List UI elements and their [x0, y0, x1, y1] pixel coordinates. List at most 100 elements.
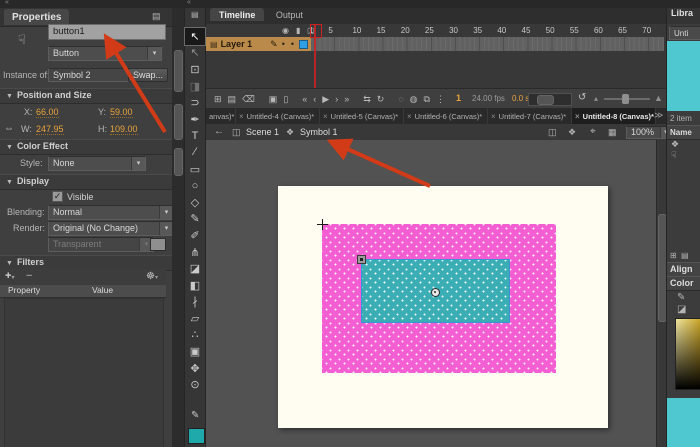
- new-folder-icon[interactable]: ▤: [681, 251, 689, 260]
- property-column-header[interactable]: Property: [8, 285, 40, 295]
- line-tool[interactable]: ∕: [185, 144, 205, 161]
- new-layer-button[interactable]: ⊞: [214, 90, 222, 108]
- color-panel-header[interactable]: Color: [667, 276, 700, 291]
- layer-name[interactable]: Layer 1: [221, 39, 271, 49]
- play-button[interactable]: ▶: [322, 90, 329, 108]
- layer-lock-dot[interactable]: •: [291, 39, 294, 49]
- new-symbol-icon[interactable]: ⊞: [670, 251, 677, 260]
- timeline-h-scrollbar[interactable]: [528, 93, 572, 106]
- lasso-tool[interactable]: ⊃: [185, 94, 205, 111]
- section-display[interactable]: ▼Display: [0, 174, 172, 190]
- selection-tool[interactable]: ↖: [185, 28, 205, 45]
- timeline-h-scrollbar-thumb[interactable]: [537, 95, 554, 105]
- delete-layer-button[interactable]: ⌫: [242, 90, 255, 108]
- oval-tool[interactable]: ○: [185, 177, 205, 194]
- edit-scene-icon[interactable]: ◫: [548, 127, 557, 138]
- go-last-frame-button[interactable]: »: [344, 90, 349, 108]
- lock-icon[interactable]: ▮: [296, 26, 300, 35]
- tab-output[interactable]: Output: [267, 8, 312, 21]
- transformation-point-circle[interactable]: [431, 288, 440, 297]
- blending-dropdown[interactable]: Normal ▾: [48, 205, 174, 220]
- zoom-tool[interactable]: ⊙: [185, 376, 205, 393]
- step-back-button[interactable]: ‹: [313, 90, 316, 108]
- new-folder-button[interactable]: ▤: [228, 90, 237, 108]
- pencil-tool[interactable]: ✎: [185, 211, 205, 228]
- eraser-tool[interactable]: ▱: [185, 310, 205, 327]
- brush-tool[interactable]: ✐: [185, 227, 205, 244]
- registration-point-marker[interactable]: [357, 255, 366, 264]
- document-tab[interactable]: × Untitled-7 (Canvas)*: [488, 108, 572, 124]
- document-tab[interactable]: × Untitled-6 (Canvas)*: [404, 108, 488, 124]
- elapsed-time-field[interactable]: 0.0 s: [512, 94, 529, 103]
- rectangle-tool[interactable]: ▭: [185, 161, 205, 178]
- tab-timeline[interactable]: Timeline: [210, 8, 264, 21]
- document-tab[interactable]: × Untitled-4 (Canvas)*: [236, 108, 320, 124]
- pen-tool[interactable]: ✒: [185, 111, 205, 128]
- spray-brush-tool[interactable]: ∴: [185, 327, 205, 344]
- value-column-header[interactable]: Value: [92, 285, 113, 295]
- section-color-effect[interactable]: ▼Color Effect: [0, 139, 172, 155]
- layer-outline-color-swatch[interactable]: [299, 40, 308, 49]
- canvas-pasteboard[interactable]: [206, 140, 656, 447]
- frame-rate-field[interactable]: 24.00 fps: [472, 94, 505, 103]
- edit-multiple-frames-button[interactable]: ⧉: [424, 90, 430, 108]
- stroke-color-icon[interactable]: ✎: [191, 410, 199, 421]
- w-value[interactable]: 247.95: [36, 124, 64, 135]
- instance-of-value[interactable]: Symbol 2: [48, 68, 130, 82]
- step-forward-button[interactable]: ›: [335, 90, 338, 108]
- subselection-tool[interactable]: ↖: [185, 45, 205, 62]
- style-dropdown[interactable]: None ▾: [48, 156, 146, 171]
- center-stage-icon[interactable]: ⌖: [590, 126, 596, 137]
- frames-strip[interactable]: [311, 37, 664, 51]
- paint-bucket-tool[interactable]: ◪: [185, 260, 205, 277]
- close-tab-icon[interactable]: ×: [575, 112, 580, 121]
- link-dimensions-icon[interactable]: ⇔: [4, 123, 14, 134]
- bone-tool[interactable]: ⋔: [185, 244, 205, 261]
- remove-filter-button[interactable]: −: [26, 270, 32, 282]
- visible-checkbox[interactable]: ✓: [52, 191, 63, 202]
- eyedropper-tool[interactable]: ∤: [185, 294, 205, 311]
- fill-color-bucket-icon[interactable]: ◪: [677, 304, 686, 315]
- text-tool[interactable]: T: [185, 128, 205, 145]
- onion-skin-button[interactable]: ◌: [398, 90, 403, 108]
- close-tab-icon[interactable]: ×: [239, 112, 244, 121]
- library-name-column-header[interactable]: Name: [667, 125, 700, 140]
- onion-skin-outlines-button[interactable]: ◍: [410, 90, 418, 108]
- align-panel-header[interactable]: Align: [667, 262, 700, 277]
- zoom-in-frames-icon[interactable]: ▲: [654, 93, 663, 103]
- back-arrow-icon[interactable]: ←: [214, 126, 224, 137]
- library-item-symbol[interactable]: ❖: [667, 139, 700, 150]
- h-value[interactable]: 109.00: [110, 124, 138, 135]
- camera-button[interactable]: ▣: [269, 90, 278, 108]
- loop-button[interactable]: ⇆: [363, 90, 371, 108]
- y-value[interactable]: 59.00: [110, 107, 133, 118]
- tab-overflow-icon[interactable]: ≫: [654, 110, 663, 121]
- breadcrumb-scene[interactable]: Scene 1: [246, 127, 279, 137]
- symbol-type-dropdown[interactable]: Button ▾: [48, 46, 162, 61]
- close-tab-icon[interactable]: ×: [491, 112, 496, 121]
- collapse-panel-left-icon[interactable]: «: [5, 0, 9, 6]
- loop-range-button[interactable]: ↻: [377, 90, 385, 108]
- color-picker-gradient[interactable]: [675, 318, 700, 390]
- library-document-dropdown[interactable]: Unti: [669, 26, 700, 40]
- show-hide-eye-icon[interactable]: ◉: [282, 26, 289, 35]
- camera-tool[interactable]: ▣: [185, 343, 205, 360]
- gradient-transform-tool[interactable]: ◨: [185, 78, 205, 95]
- layer-visible-dot[interactable]: •: [282, 39, 285, 49]
- swap-button[interactable]: Swap...: [128, 68, 168, 82]
- frame-size-slider[interactable]: [604, 98, 650, 100]
- filter-options-gear-icon[interactable]: ☸▾: [146, 271, 158, 282]
- clip-content-icon[interactable]: ▦: [608, 127, 617, 138]
- polystar-tool[interactable]: ◇: [185, 194, 205, 211]
- current-frame-field[interactable]: 1: [456, 93, 461, 103]
- document-tab[interactable]: × anvas)*: [206, 108, 236, 124]
- hand-tool[interactable]: ✥: [185, 360, 205, 377]
- section-position-and-size[interactable]: ▼Position and Size: [0, 88, 172, 104]
- marker-button[interactable]: ▯: [283, 90, 288, 108]
- library-tab[interactable]: Libra: [667, 8, 700, 24]
- stage[interactable]: [278, 186, 608, 428]
- reset-timeline-zoom-icon[interactable]: ↺: [578, 92, 586, 103]
- x-value[interactable]: 66.00: [36, 107, 59, 118]
- add-filter-button[interactable]: +▾: [5, 270, 14, 282]
- document-tab[interactable]: × Untitled-8 (Canvas)*: [572, 108, 656, 124]
